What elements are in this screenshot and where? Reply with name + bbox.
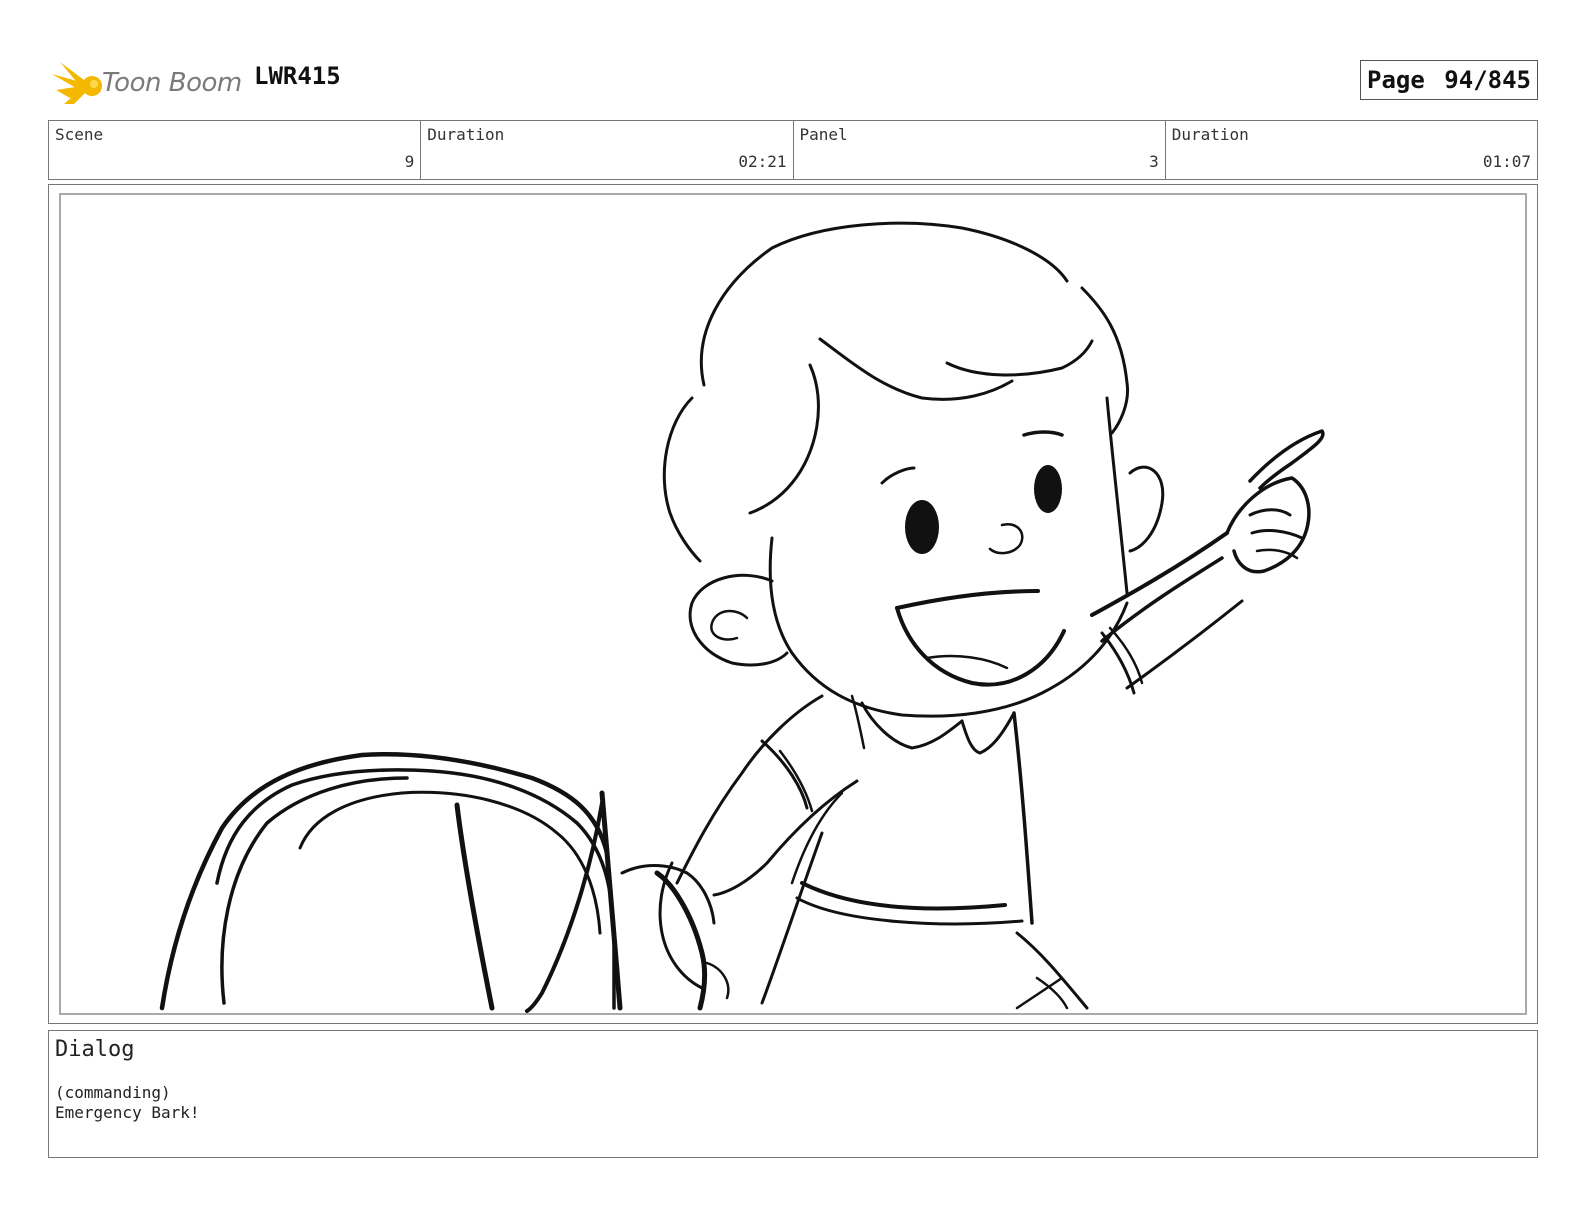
project-code: LWR415	[254, 62, 341, 90]
scene-duration-label: Duration	[427, 125, 505, 144]
storyboard-panel-frame	[48, 184, 1538, 1024]
starburst-icon	[52, 62, 102, 104]
storyboard-panel-image	[59, 193, 1527, 1015]
scene-cell: Scene 9	[49, 121, 422, 179]
panel-duration-cell: Duration 01:07	[1166, 121, 1537, 179]
panel-value: 3	[1149, 152, 1159, 171]
panel-label: Panel	[799, 125, 848, 144]
panel-info-bar: Scene 9 Duration 02:21 Panel 3 Duration …	[48, 120, 1538, 180]
scene-value: 9	[404, 152, 415, 171]
boy-pointing-sketch	[159, 221, 1325, 1013]
page-label: Page	[1367, 66, 1425, 94]
dialog-title: Dialog	[55, 1037, 135, 1062]
logo-wordmark: Toon Boom	[102, 68, 242, 98]
panel-cell: Panel 3	[794, 121, 1166, 179]
dialog-direction: (commanding)	[55, 1083, 171, 1102]
dialog-line: Emergency Bark!	[55, 1103, 200, 1122]
panel-duration-value: 01:07	[1482, 152, 1531, 171]
dialog-box: Dialog (commanding) Emergency Bark!	[48, 1030, 1538, 1158]
scene-duration-value: 02:21	[738, 152, 787, 171]
toon-boom-logo: Toon Boom	[50, 56, 250, 110]
page-number: 94/845	[1444, 66, 1531, 94]
page-indicator: Page 94/845	[1360, 60, 1538, 100]
panel-duration-label: Duration	[1171, 125, 1249, 144]
scene-label: Scene	[55, 125, 104, 144]
scene-duration-cell: Duration 02:21	[421, 121, 794, 179]
storyboard-header: Toon Boom LWR415 Page 94/845	[48, 52, 1538, 108]
